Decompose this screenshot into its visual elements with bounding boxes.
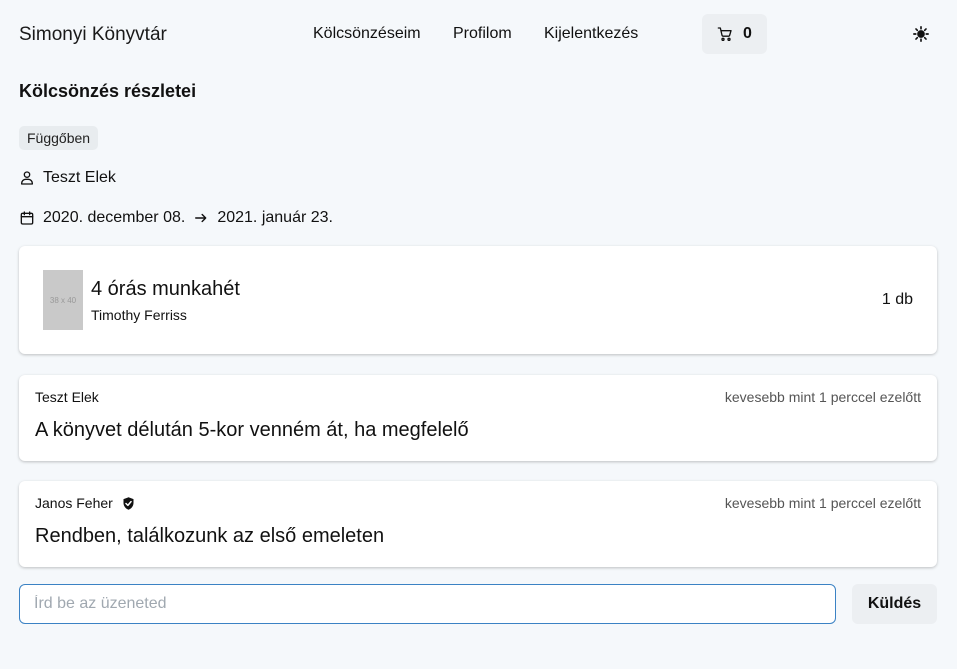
- thumbnail-text: 38 x 40: [49, 295, 77, 305]
- calendar-icon: [19, 210, 35, 226]
- sun-icon[interactable]: [912, 25, 930, 43]
- cart-icon: [717, 26, 733, 42]
- message-time: kevesebb mint 1 perccel ezelőtt: [724, 495, 921, 511]
- date-row: 2020. december 08. 2021. január 23.: [19, 209, 333, 227]
- book-title[interactable]: 4 órás munkahét: [91, 278, 240, 301]
- message-card: Janos Feher kevesebb mint 1 perccel ezel…: [19, 481, 937, 567]
- nav-link-loans[interactable]: Kölcsönzéseim: [313, 25, 421, 43]
- message-text: Rendben, találkozunk az első emeleten: [35, 525, 385, 547]
- user-name: Teszt Elek: [43, 169, 116, 186]
- cart-count: 0: [743, 25, 752, 42]
- message-author-name: Teszt Elek: [35, 389, 99, 405]
- date-from: 2020. december 08.: [43, 209, 186, 226]
- date-to: 2021. január 23.: [217, 209, 333, 226]
- message-author: Janos Feher: [35, 495, 136, 511]
- brand-title[interactable]: Simonyi Könyvtár: [19, 24, 167, 46]
- nav-link-logout[interactable]: Kijelentkezés: [544, 25, 638, 43]
- book-thumbnail: 38 x 40: [43, 270, 83, 330]
- message-author: Teszt Elek: [35, 389, 99, 405]
- user-row: Teszt Elek: [19, 169, 116, 187]
- send-button[interactable]: Küldés: [852, 584, 937, 624]
- navbar: Simonyi Könyvtár Kölcsönzéseim Profilom …: [0, 0, 957, 70]
- book-author: Timothy Ferriss: [91, 307, 187, 323]
- page-title: Kölcsönzés részletei: [19, 81, 197, 101]
- user-icon: [19, 170, 35, 186]
- message-time: kevesebb mint 1 perccel ezelőtt: [724, 389, 921, 405]
- verified-shield-icon: [121, 496, 136, 511]
- book-card: 38 x 40 4 órás munkahét Timothy Ferriss …: [19, 246, 937, 354]
- book-quantity: 1 db: [881, 291, 913, 308]
- cart-button[interactable]: 0: [702, 14, 767, 54]
- arrow-right-icon: [194, 211, 208, 225]
- message-input[interactable]: [19, 584, 836, 624]
- message-text: A könyvet délután 5-kor venném át, ha me…: [35, 419, 469, 441]
- message-author-name: Janos Feher: [35, 495, 113, 511]
- message-card: Teszt Elek kevesebb mint 1 perccel ezelő…: [19, 375, 937, 461]
- status-badge: Függőben: [19, 126, 99, 150]
- nav-link-profile[interactable]: Profilom: [453, 25, 512, 43]
